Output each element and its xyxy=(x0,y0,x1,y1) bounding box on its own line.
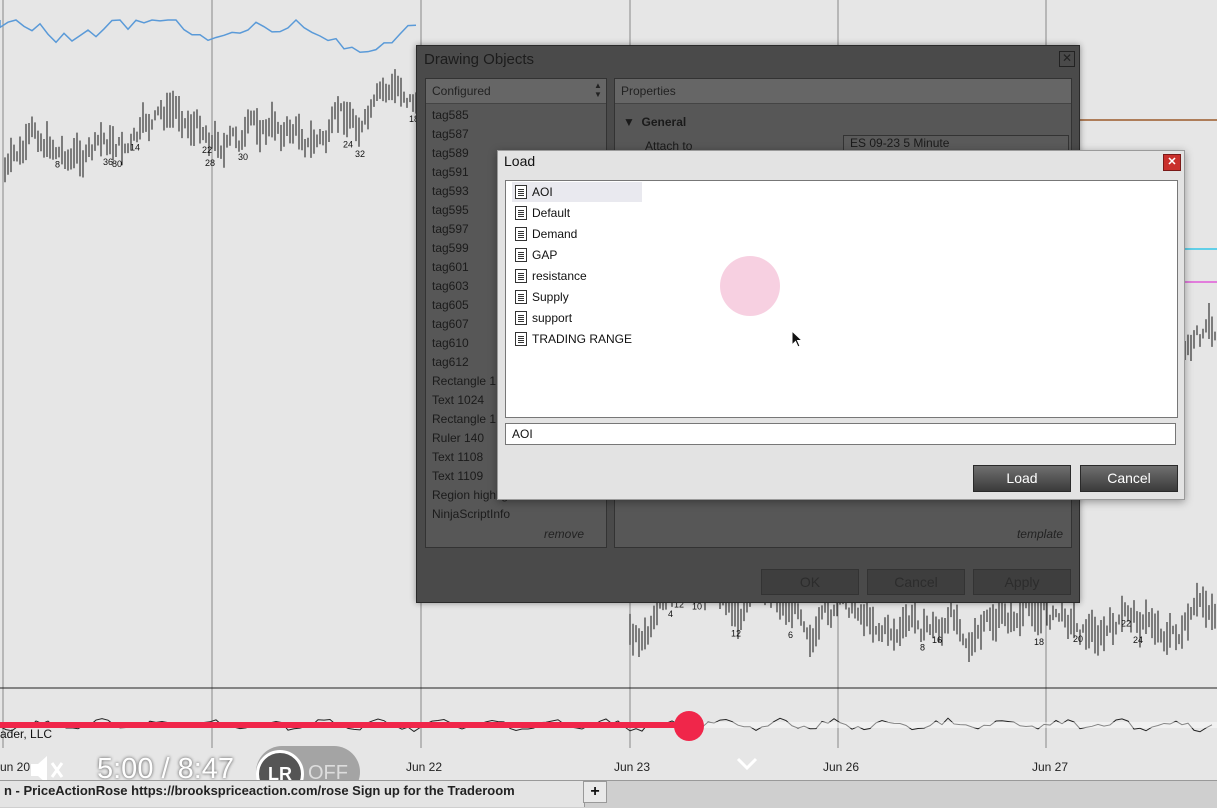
template-item[interactable]: Default xyxy=(512,203,578,223)
template-button[interactable]: template xyxy=(1017,527,1063,541)
template-item[interactable]: GAP xyxy=(512,245,565,265)
bar-label: 24 xyxy=(343,139,353,149)
document-icon xyxy=(515,185,527,199)
template-item-label: Supply xyxy=(532,290,569,304)
template-item-label: GAP xyxy=(532,248,558,262)
date-label: Jun 27 xyxy=(1032,760,1069,774)
bar-label: 20 xyxy=(1073,634,1083,644)
load-title: Load xyxy=(504,153,536,169)
bar-label: 28 xyxy=(205,158,215,168)
document-icon xyxy=(515,290,527,304)
configured-header: Configured xyxy=(426,79,606,104)
template-item-label: TRADING RANGE xyxy=(532,332,633,346)
chevron-down-icon[interactable] xyxy=(736,756,758,772)
close-icon[interactable]: ✕ xyxy=(1163,154,1181,171)
bar-label: 6 xyxy=(788,630,793,640)
cancel-button[interactable]: Cancel xyxy=(1080,465,1178,492)
footer-credit: ader, LLC xyxy=(0,727,53,741)
bar-label: 8 xyxy=(920,643,925,653)
dialog-title: Drawing Objects xyxy=(424,51,535,68)
bar-label: 80 xyxy=(112,159,122,169)
bar-label: 10 xyxy=(692,602,702,612)
bar-label: 24 xyxy=(1133,635,1143,645)
bar-label: 18 xyxy=(1034,637,1044,647)
bar-label: 4 xyxy=(668,609,673,619)
load-button[interactable]: Load xyxy=(973,465,1071,492)
document-icon xyxy=(515,269,527,283)
template-item[interactable]: TRADING RANGE xyxy=(512,329,640,349)
progress-scrubber[interactable] xyxy=(673,711,704,741)
configured-item[interactable]: tag585 xyxy=(432,106,606,125)
mouse-cursor-icon xyxy=(791,330,804,348)
template-list[interactable]: AOI Default Demand GAP resistance Supply suppo… xyxy=(505,180,1178,418)
properties-header: Properties xyxy=(615,79,1071,104)
bar-label: 30 xyxy=(238,152,248,162)
cancel-button[interactable]: Cancel xyxy=(867,569,965,595)
template-item[interactable]: support xyxy=(512,308,580,328)
configured-item[interactable]: NinjaScriptInfo xyxy=(432,505,606,524)
document-icon xyxy=(515,206,527,220)
template-item[interactable]: resistance xyxy=(512,266,595,286)
click-indicator xyxy=(720,256,780,316)
tab-bar: n - PriceActionRose https://brookspricea… xyxy=(0,780,1217,808)
template-item-label: Default xyxy=(532,206,571,220)
close-icon[interactable]: ✕ xyxy=(1059,51,1075,67)
bar-label: 14 xyxy=(130,143,140,153)
template-name-field[interactable]: AOI xyxy=(505,423,1176,445)
bar-label: 22 xyxy=(1121,618,1131,628)
template-item[interactable]: AOI xyxy=(512,182,642,202)
date-label: Jun 22 xyxy=(406,760,443,774)
template-item[interactable]: Supply xyxy=(512,287,577,307)
document-icon xyxy=(515,311,527,325)
spinner-icon[interactable]: ▲ ▼ xyxy=(594,81,604,101)
template-item-label: support xyxy=(532,311,573,325)
document-icon xyxy=(515,227,527,241)
configured-item[interactable]: tag587 xyxy=(432,125,606,144)
ok-button[interactable]: OK xyxy=(761,569,859,595)
chart-tab[interactable]: n - PriceActionRose https://brookspricea… xyxy=(0,781,585,807)
date-label: un 20 xyxy=(0,760,31,774)
apply-button[interactable]: Apply xyxy=(973,569,1071,595)
date-label: Jun 23 xyxy=(614,760,651,774)
document-icon xyxy=(515,332,527,346)
template-item-label: resistance xyxy=(532,269,587,283)
remove-button[interactable]: remove xyxy=(544,527,584,541)
document-icon xyxy=(515,248,527,262)
add-tab-button[interactable]: + xyxy=(583,781,607,803)
date-label: Jun 26 xyxy=(823,760,860,774)
bar-label: 12 xyxy=(731,629,741,639)
progress-played xyxy=(0,722,689,728)
group-general[interactable]: ▼ General xyxy=(623,115,686,129)
bar-label: 22 xyxy=(202,145,212,155)
template-item[interactable]: Demand xyxy=(512,224,585,244)
bar-label: 32 xyxy=(355,149,365,159)
template-item-label: AOI xyxy=(532,185,553,199)
bar-label: 16 xyxy=(932,635,942,645)
bar-label: 8 xyxy=(55,159,60,169)
template-item-label: Demand xyxy=(532,227,578,241)
group-general-label: General xyxy=(641,115,687,129)
load-dialog: Load ✕ AOI Default Demand GAP resistance Supp… xyxy=(497,150,1185,500)
